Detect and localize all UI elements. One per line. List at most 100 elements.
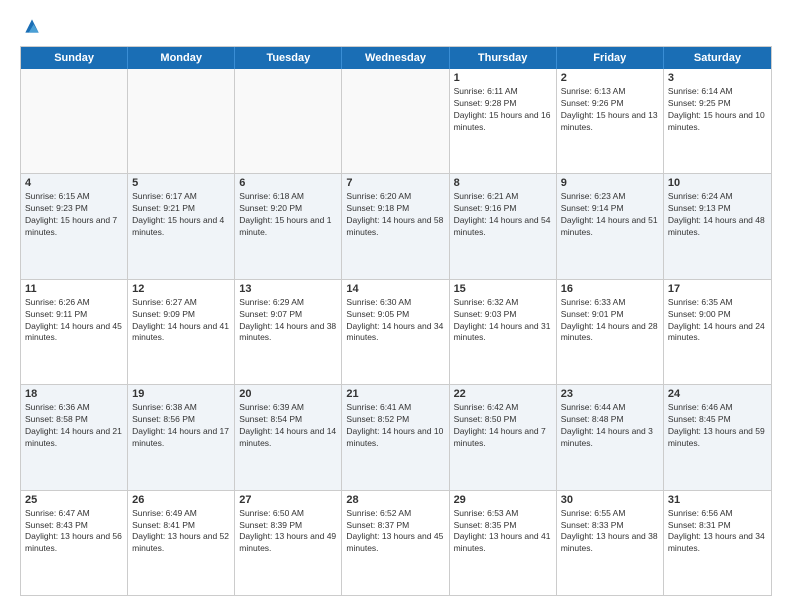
day-info: Sunrise: 6:49 AM Sunset: 8:41 PM Dayligh… [132,508,230,556]
day-cell: 12Sunrise: 6:27 AM Sunset: 9:09 PM Dayli… [128,280,235,384]
day-header-wednesday: Wednesday [342,47,449,69]
calendar-row: 11Sunrise: 6:26 AM Sunset: 9:11 PM Dayli… [21,280,771,385]
day-cell: 26 Sunrise: 6:49 AM Sunset: 8:41 PM Dayli… [128,491,235,595]
day-info: Sunrise: 6:55 AM Sunset: 8:33 PM Dayligh… [561,508,659,556]
day-cell: 24Sunrise: 6:46 AM Sunset: 8:45 PM Dayli… [664,385,771,489]
day-info: Sunrise: 6:56 AM Sunset: 8:31 PM Dayligh… [668,508,767,556]
day-header-thursday: Thursday [450,47,557,69]
day-number: 18 [25,388,123,400]
day-cell: 18 Sunrise: 6:36 AM Sunset: 8:58 PM Dayli… [21,385,128,489]
day-info: Sunrise: 6:11 AM Sunset: 9:28 PM Dayligh… [454,86,552,134]
day-number: 10 [668,177,767,189]
day-info: Sunrise: 6:36 AM Sunset: 8:58 PM Dayligh… [25,402,123,450]
day-cell: 1 Sunrise: 6:11 AM Sunset: 9:28 PM Daylig… [450,69,557,173]
day-number: 1 [454,72,552,84]
calendar-header: SundayMondayTuesdayWednesdayThursdayFrid… [21,47,771,69]
logo [20,16,42,36]
day-number: 13 [239,283,337,295]
day-info: Sunrise: 6:30 AM Sunset: 9:05 PM Dayligh… [346,297,444,345]
day-info: Sunrise: 6:18 AM Sunset: 9:20 PM Dayligh… [239,191,337,239]
day-number: 9 [561,177,659,189]
day-info: Sunrise: 6:17 AM Sunset: 9:21 PM Dayligh… [132,191,230,239]
day-info: Sunrise: 6:52 AM Sunset: 8:37 PM Dayligh… [346,508,444,556]
day-number: 31 [668,494,767,506]
day-header-monday: Monday [128,47,235,69]
day-number: 7 [346,177,444,189]
day-number: 29 [454,494,552,506]
day-info: Sunrise: 6:14 AM Sunset: 9:25 PM Dayligh… [668,86,767,134]
day-number: 5 [132,177,230,189]
day-cell: 6 Sunrise: 6:18 AM Sunset: 9:20 PM Daylig… [235,174,342,278]
day-number: 14 [346,283,444,295]
day-info: Sunrise: 6:50 AM Sunset: 8:39 PM Dayligh… [239,508,337,556]
day-number: 27 [239,494,337,506]
day-number: 20 [239,388,337,400]
day-cell: 8 Sunrise: 6:21 AM Sunset: 9:16 PM Daylig… [450,174,557,278]
day-number: 6 [239,177,337,189]
day-number: 26 [132,494,230,506]
day-cell: 11Sunrise: 6:26 AM Sunset: 9:11 PM Dayli… [21,280,128,384]
day-info: Sunrise: 6:53 AM Sunset: 8:35 PM Dayligh… [454,508,552,556]
day-number: 23 [561,388,659,400]
day-cell: 22 Sunrise: 6:42 AM Sunset: 8:50 PM Dayli… [450,385,557,489]
day-number: 28 [346,494,444,506]
day-cell: 23Sunrise: 6:44 AM Sunset: 8:48 PM Dayli… [557,385,664,489]
day-info: Sunrise: 6:32 AM Sunset: 9:03 PM Dayligh… [454,297,552,345]
day-number: 12 [132,283,230,295]
day-number: 19 [132,388,230,400]
day-info: Sunrise: 6:47 AM Sunset: 8:43 PM Dayligh… [25,508,123,556]
day-cell: 15 Sunrise: 6:32 AM Sunset: 9:03 PM Dayli… [450,280,557,384]
calendar-row: 18 Sunrise: 6:36 AM Sunset: 8:58 PM Dayli… [21,385,771,490]
day-cell: 2Sunrise: 6:13 AM Sunset: 9:26 PM Daylig… [557,69,664,173]
day-cell: 25 Sunrise: 6:47 AM Sunset: 8:43 PM Dayli… [21,491,128,595]
day-cell: 19Sunrise: 6:38 AM Sunset: 8:56 PM Dayli… [128,385,235,489]
day-cell [342,69,449,173]
day-info: Sunrise: 6:26 AM Sunset: 9:11 PM Dayligh… [25,297,123,345]
day-cell [128,69,235,173]
day-cell: 14 Sunrise: 6:30 AM Sunset: 9:05 PM Dayli… [342,280,449,384]
day-info: Sunrise: 6:42 AM Sunset: 8:50 PM Dayligh… [454,402,552,450]
day-info: Sunrise: 6:41 AM Sunset: 8:52 PM Dayligh… [346,402,444,450]
day-cell: 4 Sunrise: 6:15 AM Sunset: 9:23 PM Daylig… [21,174,128,278]
day-info: Sunrise: 6:15 AM Sunset: 9:23 PM Dayligh… [25,191,123,239]
day-info: Sunrise: 6:29 AM Sunset: 9:07 PM Dayligh… [239,297,337,345]
day-number: 25 [25,494,123,506]
day-number: 3 [668,72,767,84]
day-cell: 27 Sunrise: 6:50 AM Sunset: 8:39 PM Dayli… [235,491,342,595]
day-cell [21,69,128,173]
day-header-friday: Friday [557,47,664,69]
calendar-row: 1 Sunrise: 6:11 AM Sunset: 9:28 PM Daylig… [21,69,771,174]
day-cell: 17 Sunrise: 6:35 AM Sunset: 9:00 PM Dayli… [664,280,771,384]
calendar-row: 4 Sunrise: 6:15 AM Sunset: 9:23 PM Daylig… [21,174,771,279]
day-header-saturday: Saturday [664,47,771,69]
day-info: Sunrise: 6:13 AM Sunset: 9:26 PM Dayligh… [561,86,659,134]
day-cell: 31 Sunrise: 6:56 AM Sunset: 8:31 PM Dayli… [664,491,771,595]
day-number: 21 [346,388,444,400]
day-cell: 30 Sunrise: 6:55 AM Sunset: 8:33 PM Dayli… [557,491,664,595]
day-number: 4 [25,177,123,189]
day-number: 17 [668,283,767,295]
day-cell: 28 Sunrise: 6:52 AM Sunset: 8:37 PM Dayli… [342,491,449,595]
day-number: 15 [454,283,552,295]
day-cell: 21 Sunrise: 6:41 AM Sunset: 8:52 PM Dayli… [342,385,449,489]
day-cell: 7 Sunrise: 6:20 AM Sunset: 9:18 PM Daylig… [342,174,449,278]
day-header-sunday: Sunday [21,47,128,69]
day-number: 30 [561,494,659,506]
day-info: Sunrise: 6:23 AM Sunset: 9:14 PM Dayligh… [561,191,659,239]
day-cell: 9 Sunrise: 6:23 AM Sunset: 9:14 PM Daylig… [557,174,664,278]
day-cell: 16 Sunrise: 6:33 AM Sunset: 9:01 PM Dayli… [557,280,664,384]
day-number: 22 [454,388,552,400]
day-info: Sunrise: 6:39 AM Sunset: 8:54 PM Dayligh… [239,402,337,450]
calendar-row: 25 Sunrise: 6:47 AM Sunset: 8:43 PM Dayli… [21,491,771,595]
day-number: 8 [454,177,552,189]
logo-icon [22,16,42,36]
day-info: Sunrise: 6:20 AM Sunset: 9:18 PM Dayligh… [346,191,444,239]
day-info: Sunrise: 6:33 AM Sunset: 9:01 PM Dayligh… [561,297,659,345]
calendar: SundayMondayTuesdayWednesdayThursdayFrid… [20,46,772,596]
day-info: Sunrise: 6:24 AM Sunset: 9:13 PM Dayligh… [668,191,767,239]
day-number: 16 [561,283,659,295]
page: SundayMondayTuesdayWednesdayThursdayFrid… [0,0,792,612]
day-info: Sunrise: 6:21 AM Sunset: 9:16 PM Dayligh… [454,191,552,239]
day-info: Sunrise: 6:35 AM Sunset: 9:00 PM Dayligh… [668,297,767,345]
day-cell: 29 Sunrise: 6:53 AM Sunset: 8:35 PM Dayli… [450,491,557,595]
